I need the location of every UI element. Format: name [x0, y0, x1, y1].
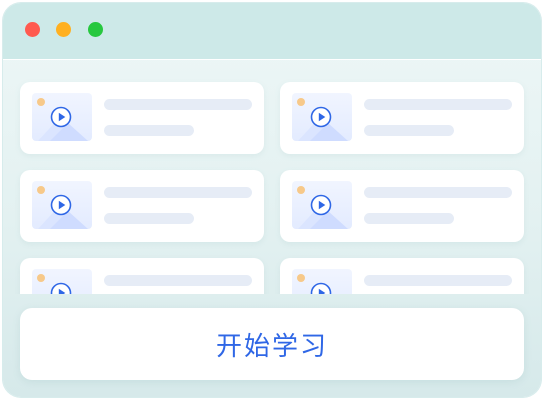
title-placeholder	[364, 275, 512, 286]
subtitle-placeholder	[364, 213, 454, 224]
subtitle-placeholder	[104, 125, 194, 136]
title-placeholder	[104, 99, 252, 110]
video-thumbnail	[292, 269, 352, 294]
course-card[interactable]	[280, 170, 524, 242]
course-card[interactable]	[20, 258, 264, 294]
video-thumbnail	[32, 181, 92, 229]
course-list	[3, 60, 541, 294]
course-card[interactable]	[20, 82, 264, 154]
play-icon	[50, 194, 72, 216]
course-card[interactable]	[280, 258, 524, 294]
video-thumbnail	[292, 181, 352, 229]
app-window: 开始学习	[3, 3, 541, 397]
title-placeholder	[364, 187, 512, 198]
course-card[interactable]	[280, 82, 524, 154]
play-icon	[310, 194, 332, 216]
title-placeholder	[104, 275, 252, 286]
title-placeholder	[104, 187, 252, 198]
video-thumbnail	[32, 269, 92, 294]
video-thumbnail	[292, 93, 352, 141]
subtitle-placeholder	[104, 213, 194, 224]
play-icon	[310, 282, 332, 294]
close-window-button[interactable]	[25, 22, 40, 37]
play-icon	[50, 106, 72, 128]
minimize-window-button[interactable]	[56, 22, 71, 37]
play-icon	[50, 282, 72, 294]
subtitle-placeholder	[364, 125, 454, 136]
start-learning-button[interactable]: 开始学习	[20, 308, 524, 380]
title-placeholder	[364, 99, 512, 110]
maximize-window-button[interactable]	[88, 22, 103, 37]
play-icon	[310, 106, 332, 128]
video-thumbnail	[32, 93, 92, 141]
title-bar	[3, 3, 541, 60]
course-card[interactable]	[20, 170, 264, 242]
